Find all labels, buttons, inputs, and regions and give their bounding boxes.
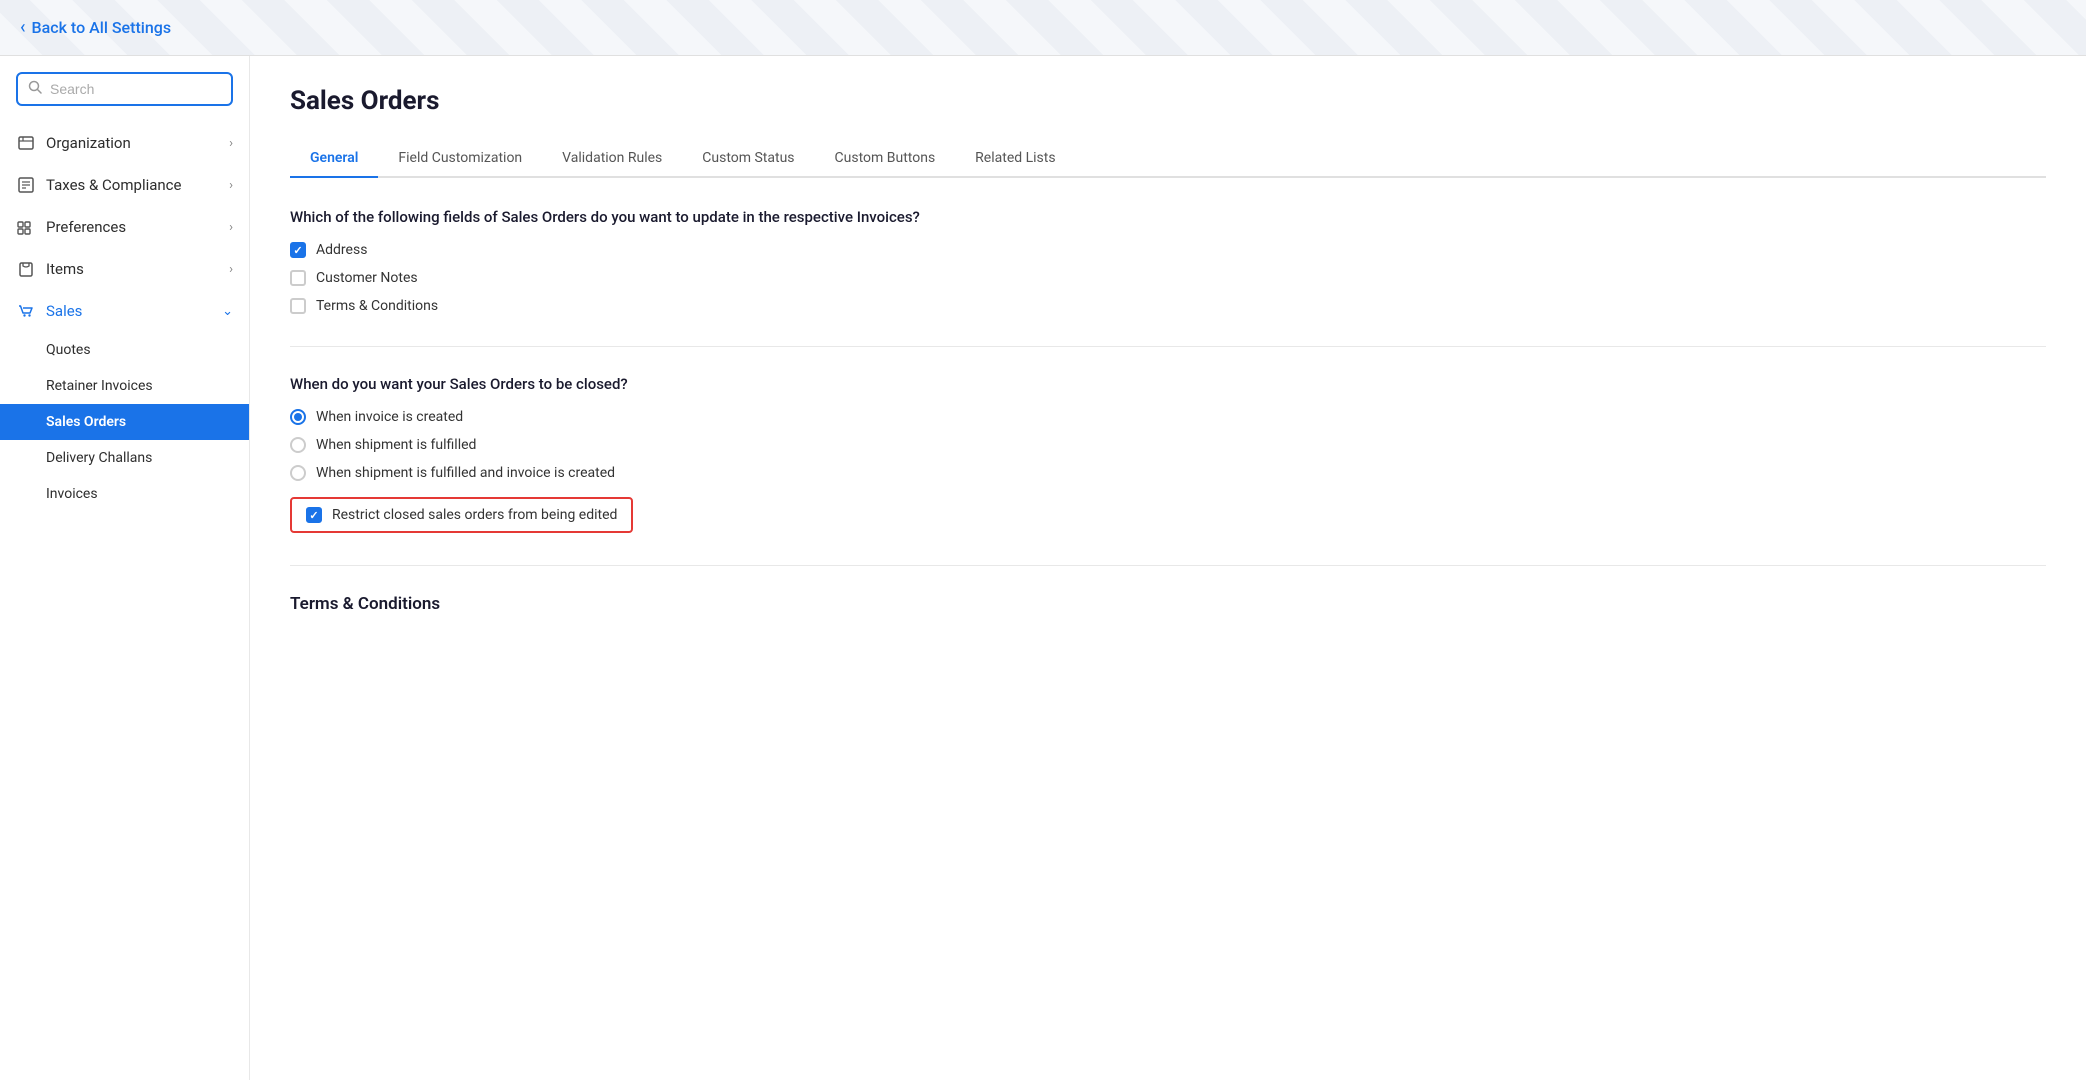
tab-validation-rules[interactable]: Validation Rules [542, 140, 682, 178]
terms-conditions-title: Terms & Conditions [290, 594, 2046, 614]
main-layout: Organization › Taxes & Compliance › [0, 56, 2086, 1080]
radio-row-shipment-fulfilled: When shipment is fulfilled [290, 437, 2046, 453]
sales-label: Sales [46, 302, 82, 320]
taxes-icon [16, 175, 36, 195]
checkbox-address-label: Address [316, 242, 367, 258]
section-divider-1 [290, 346, 2046, 347]
tab-field-customization[interactable]: Field Customization [378, 140, 542, 178]
items-icon [16, 259, 36, 279]
items-chevron-icon: › [229, 262, 233, 277]
search-box [16, 72, 233, 106]
checkbox-row-address: Address [290, 242, 2046, 258]
taxes-chevron-icon: › [229, 178, 233, 193]
radio-invoice-created[interactable] [290, 409, 306, 425]
invoice-fields-section: Which of the following fields of Sales O… [290, 208, 2046, 314]
sidebar-item-sales-orders[interactable]: Sales Orders [0, 404, 249, 440]
checkbox-customer-notes-label: Customer Notes [316, 270, 418, 286]
preferences-label: Preferences [46, 218, 126, 236]
radio-shipment-fulfilled-label: When shipment is fulfilled [316, 437, 476, 453]
radio-invoice-created-label: When invoice is created [316, 409, 463, 425]
closed-orders-section: When do you want your Sales Orders to be… [290, 375, 2046, 533]
preferences-chevron-icon: › [229, 220, 233, 235]
section-divider-2 [290, 565, 2046, 566]
preferences-icon [16, 217, 36, 237]
restrict-closed-label: Restrict closed sales orders from being … [332, 507, 617, 523]
sidebar-item-quotes[interactable]: Quotes [0, 332, 249, 368]
tab-related-lists[interactable]: Related Lists [955, 140, 1075, 178]
back-to-settings-link[interactable]: ‹ Back to All Settings [20, 17, 171, 38]
sales-chevron-icon: ⌄ [222, 304, 233, 319]
checkbox-row-customer-notes: Customer Notes [290, 270, 2046, 286]
sidebar: Organization › Taxes & Compliance › [0, 56, 250, 1080]
sidebar-item-taxes[interactable]: Taxes & Compliance › [0, 164, 249, 206]
tab-custom-status[interactable]: Custom Status [682, 140, 814, 178]
terms-conditions-section: Terms & Conditions [290, 594, 2046, 614]
organization-chevron-icon: › [229, 136, 233, 151]
sidebar-item-organization[interactable]: Organization › [0, 122, 249, 164]
sidebar-item-sales[interactable]: Sales ⌄ [0, 290, 249, 332]
closed-orders-question: When do you want your Sales Orders to be… [290, 375, 2046, 393]
main-content: Sales Orders General Field Customization… [250, 56, 2086, 1080]
search-input[interactable] [50, 81, 221, 97]
checkbox-customer-notes[interactable] [290, 270, 306, 286]
invoice-fields-question: Which of the following fields of Sales O… [290, 208, 2046, 226]
checkbox-row-terms: Terms & Conditions [290, 298, 2046, 314]
radio-shipment-fulfilled[interactable] [290, 437, 306, 453]
back-label: Back to All Settings [32, 18, 172, 37]
checkbox-restrict-closed[interactable] [306, 507, 322, 523]
restrict-closed-orders-box: Restrict closed sales orders from being … [290, 497, 633, 533]
sales-icon [16, 301, 36, 321]
sidebar-item-items[interactable]: Items › [0, 248, 249, 290]
checkbox-address[interactable] [290, 242, 306, 258]
back-chevron-icon: ‹ [20, 17, 26, 38]
radio-row-invoice-created: When invoice is created [290, 409, 2046, 425]
taxes-label: Taxes & Compliance [46, 176, 181, 194]
radio-both[interactable] [290, 465, 306, 481]
search-container [0, 72, 249, 122]
radio-both-label: When shipment is fulfilled and invoice i… [316, 465, 615, 481]
sidebar-item-invoices[interactable]: Invoices [0, 476, 249, 512]
radio-row-both: When shipment is fulfilled and invoice i… [290, 465, 2046, 481]
organization-icon [16, 133, 36, 153]
tab-custom-buttons[interactable]: Custom Buttons [815, 140, 956, 178]
page-title: Sales Orders [290, 86, 2046, 116]
tab-general[interactable]: General [290, 140, 378, 178]
search-icon [28, 80, 42, 98]
sidebar-item-retainer-invoices[interactable]: Retainer Invoices [0, 368, 249, 404]
top-bar: ‹ Back to All Settings [0, 0, 2086, 56]
checkbox-terms-label: Terms & Conditions [316, 298, 438, 314]
tabs-bar: General Field Customization Validation R… [290, 140, 2046, 178]
checkbox-terms[interactable] [290, 298, 306, 314]
organization-label: Organization [46, 134, 131, 152]
sidebar-item-delivery-challans[interactable]: Delivery Challans [0, 440, 249, 476]
items-label: Items [46, 260, 84, 278]
sidebar-item-preferences[interactable]: Preferences › [0, 206, 249, 248]
